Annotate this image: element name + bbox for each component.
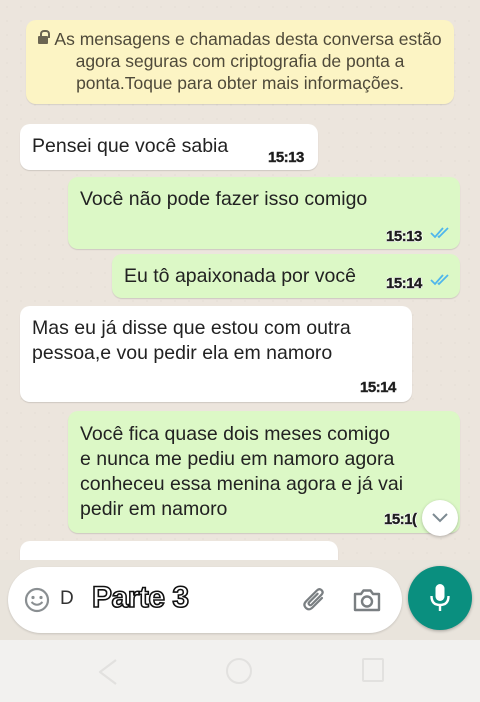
message-outgoing[interactable]: Eu tô apaixonada por você 15:14 — [112, 254, 460, 298]
system-navigation-bar — [0, 640, 480, 702]
double-check-icon — [430, 226, 452, 240]
message-incoming-partial[interactable] — [20, 541, 338, 560]
scroll-down-button[interactable] — [422, 500, 458, 536]
chevron-down-icon — [432, 513, 448, 523]
nav-recent-icon[interactable] — [362, 658, 384, 682]
message-time: 15:14 — [360, 379, 397, 396]
mic-icon — [430, 584, 450, 611]
message-time: 15:13 — [386, 228, 423, 245]
lock-icon — [38, 30, 51, 45]
camera-icon[interactable] — [352, 586, 382, 614]
nav-home-icon[interactable] — [226, 658, 252, 684]
message-composer[interactable]: D Parte 3 — [8, 567, 402, 633]
attach-icon[interactable] — [300, 585, 330, 615]
message-text: Você não pode fazer isso comigo — [80, 188, 368, 210]
message-incoming[interactable]: Pensei que você sabia 15:13 — [20, 124, 318, 170]
message-incoming[interactable]: Mas eu já disse que estou com outra pess… — [20, 306, 412, 402]
message-line: pedir em namoro — [80, 498, 228, 520]
message-line: Você fica quase dois meses comigo — [80, 423, 391, 445]
encryption-notice[interactable]: As mensagens e chamadas desta conversa e… — [26, 20, 454, 104]
message-time: 15:14 — [386, 275, 423, 292]
message-text: Você fica quase dois meses comigo e nunc… — [80, 422, 403, 522]
message-line: pessoa,e vou pedir ela em namoro — [32, 342, 333, 364]
overlay-caption: Parte 3 — [91, 580, 190, 615]
message-line: e nunca me pediu em namoro agora — [80, 448, 395, 470]
voice-record-button[interactable] — [408, 566, 472, 630]
message-line: conheceu essa menina agora e já vai — [80, 473, 404, 495]
message-outgoing[interactable]: Você fica quase dois meses comigo e nunc… — [68, 411, 460, 533]
message-time: 15:1( — [384, 511, 417, 528]
message-text: Pensei que você sabia — [32, 135, 229, 157]
encryption-notice-text: As mensagens e chamadas desta conversa e… — [54, 29, 442, 93]
double-check-icon — [430, 273, 452, 287]
message-outgoing[interactable]: Você não pode fazer isso comigo 15:13 — [68, 177, 460, 249]
message-line: Mas eu já disse que estou com outra — [32, 317, 351, 339]
message-input[interactable]: D — [60, 588, 74, 610]
message-time: 15:13 — [268, 149, 305, 166]
emoji-icon[interactable] — [24, 587, 50, 613]
message-text: Eu tô apaixonada por você — [124, 265, 357, 287]
chat-area: As mensagens e chamadas desta conversa e… — [0, 0, 480, 560]
nav-back-icon[interactable] — [96, 658, 120, 686]
message-text: Mas eu já disse que estou com outra pess… — [32, 316, 351, 366]
